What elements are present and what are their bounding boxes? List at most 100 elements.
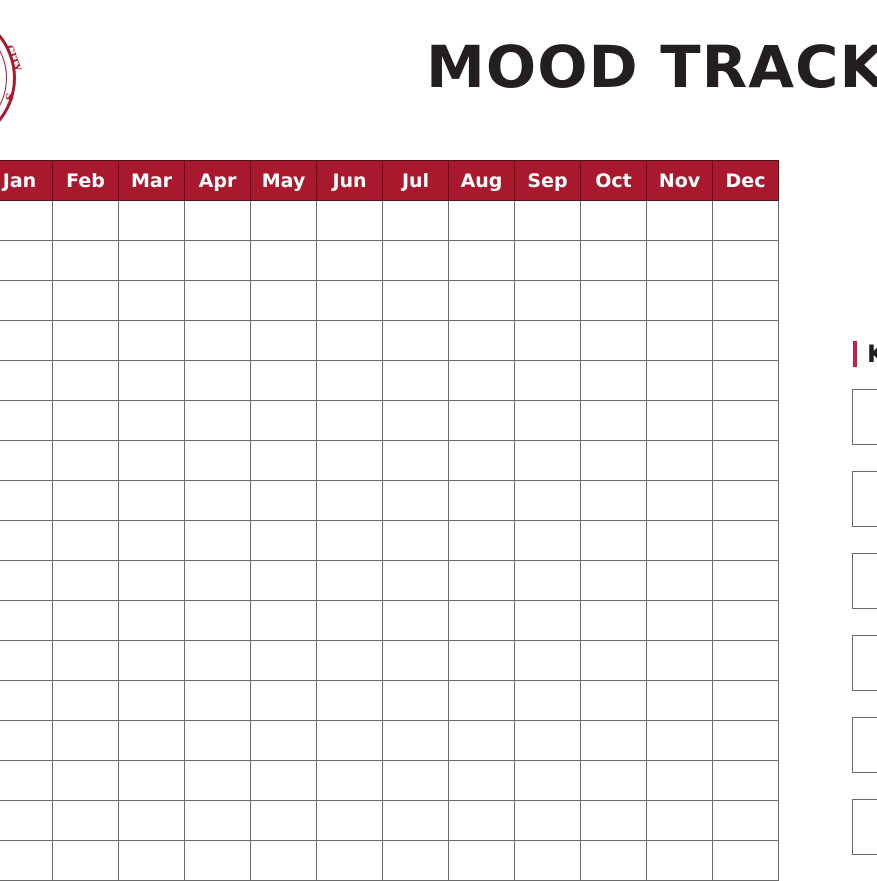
mood-cell-oct[interactable] — [580, 600, 647, 641]
mood-cell-mar[interactable] — [118, 680, 185, 721]
mood-cell-jun[interactable] — [316, 560, 383, 601]
mood-cell-nov[interactable] — [646, 320, 713, 361]
mood-cell-nov[interactable] — [646, 560, 713, 601]
mood-cell-sep[interactable] — [514, 400, 581, 441]
mood-cell-jun[interactable] — [316, 240, 383, 281]
mood-cell-may[interactable] — [250, 800, 317, 841]
mood-cell-apr[interactable] — [184, 800, 251, 841]
mood-cell-may[interactable] — [250, 440, 317, 481]
mood-cell-apr[interactable] — [184, 840, 251, 881]
mood-cell-feb[interactable] — [52, 520, 119, 561]
mood-cell-sep[interactable] — [514, 440, 581, 481]
mood-cell-dec[interactable] — [712, 440, 779, 481]
mood-cell-jan[interactable] — [0, 600, 53, 641]
mood-cell-sep[interactable] — [514, 680, 581, 721]
mood-cell-jun[interactable] — [316, 200, 383, 241]
mood-cell-apr[interactable] — [184, 320, 251, 361]
mood-cell-jul[interactable] — [382, 440, 449, 481]
mood-cell-aug[interactable] — [448, 640, 515, 681]
mood-cell-oct[interactable] — [580, 280, 647, 321]
mood-cell-apr[interactable] — [184, 720, 251, 761]
mood-cell-may[interactable] — [250, 520, 317, 561]
mood-cell-jul[interactable] — [382, 520, 449, 561]
mood-cell-dec[interactable] — [712, 760, 779, 801]
mood-cell-sep[interactable] — [514, 280, 581, 321]
mood-cell-oct[interactable] — [580, 400, 647, 441]
mood-cell-sep[interactable] — [514, 480, 581, 521]
mood-cell-aug[interactable] — [448, 720, 515, 761]
mood-cell-nov[interactable] — [646, 360, 713, 401]
mood-cell-oct[interactable] — [580, 640, 647, 681]
mood-cell-jan[interactable] — [0, 440, 53, 481]
mood-cell-apr[interactable] — [184, 560, 251, 601]
mood-cell-jan[interactable] — [0, 400, 53, 441]
mood-cell-feb[interactable] — [52, 320, 119, 361]
mood-cell-dec[interactable] — [712, 520, 779, 561]
mood-cell-aug[interactable] — [448, 680, 515, 721]
mood-cell-nov[interactable] — [646, 640, 713, 681]
mood-cell-dec[interactable] — [712, 840, 779, 881]
mood-cell-may[interactable] — [250, 560, 317, 601]
mood-cell-nov[interactable] — [646, 440, 713, 481]
mood-cell-aug[interactable] — [448, 480, 515, 521]
mood-cell-jul[interactable] — [382, 640, 449, 681]
mood-cell-feb[interactable] — [52, 840, 119, 881]
mood-cell-oct[interactable] — [580, 360, 647, 401]
mood-cell-aug[interactable] — [448, 760, 515, 801]
mood-cell-jul[interactable] — [382, 600, 449, 641]
mood-cell-jul[interactable] — [382, 240, 449, 281]
mood-cell-nov[interactable] — [646, 520, 713, 561]
mood-cell-feb[interactable] — [52, 280, 119, 321]
mood-cell-mar[interactable] — [118, 360, 185, 401]
mood-cell-nov[interactable] — [646, 680, 713, 721]
mood-cell-feb[interactable] — [52, 480, 119, 521]
mood-cell-mar[interactable] — [118, 320, 185, 361]
mood-cell-jul[interactable] — [382, 840, 449, 881]
mood-cell-jan[interactable] — [0, 720, 53, 761]
mood-cell-jun[interactable] — [316, 280, 383, 321]
mood-cell-jan[interactable] — [0, 520, 53, 561]
key-color-box[interactable] — [852, 717, 877, 773]
mood-cell-may[interactable] — [250, 200, 317, 241]
mood-cell-mar[interactable] — [118, 440, 185, 481]
mood-cell-jun[interactable] — [316, 520, 383, 561]
mood-cell-nov[interactable] — [646, 400, 713, 441]
mood-cell-jul[interactable] — [382, 200, 449, 241]
mood-cell-aug[interactable] — [448, 560, 515, 601]
mood-cell-may[interactable] — [250, 400, 317, 441]
mood-cell-sep[interactable] — [514, 200, 581, 241]
mood-cell-oct[interactable] — [580, 200, 647, 241]
mood-cell-oct[interactable] — [580, 760, 647, 801]
mood-cell-dec[interactable] — [712, 800, 779, 841]
mood-cell-dec[interactable] — [712, 640, 779, 681]
mood-cell-mar[interactable] — [118, 280, 185, 321]
mood-cell-jun[interactable] — [316, 360, 383, 401]
mood-cell-aug[interactable] — [448, 800, 515, 841]
mood-cell-nov[interactable] — [646, 760, 713, 801]
mood-cell-feb[interactable] — [52, 440, 119, 481]
mood-cell-jun[interactable] — [316, 320, 383, 361]
mood-cell-dec[interactable] — [712, 600, 779, 641]
mood-cell-oct[interactable] — [580, 680, 647, 721]
mood-cell-aug[interactable] — [448, 280, 515, 321]
mood-cell-aug[interactable] — [448, 240, 515, 281]
mood-cell-feb[interactable] — [52, 760, 119, 801]
mood-cell-may[interactable] — [250, 480, 317, 521]
mood-cell-oct[interactable] — [580, 720, 647, 761]
mood-cell-mar[interactable] — [118, 600, 185, 641]
mood-cell-mar[interactable] — [118, 720, 185, 761]
key-color-box[interactable] — [852, 799, 877, 855]
mood-cell-sep[interactable] — [514, 600, 581, 641]
mood-cell-sep[interactable] — [514, 840, 581, 881]
mood-cell-nov[interactable] — [646, 600, 713, 641]
mood-cell-may[interactable] — [250, 320, 317, 361]
mood-cell-feb[interactable] — [52, 680, 119, 721]
mood-cell-dec[interactable] — [712, 400, 779, 441]
mood-cell-aug[interactable] — [448, 440, 515, 481]
mood-cell-may[interactable] — [250, 360, 317, 401]
mood-cell-jun[interactable] — [316, 640, 383, 681]
mood-cell-dec[interactable] — [712, 680, 779, 721]
mood-cell-may[interactable] — [250, 280, 317, 321]
mood-cell-may[interactable] — [250, 720, 317, 761]
mood-cell-jun[interactable] — [316, 680, 383, 721]
